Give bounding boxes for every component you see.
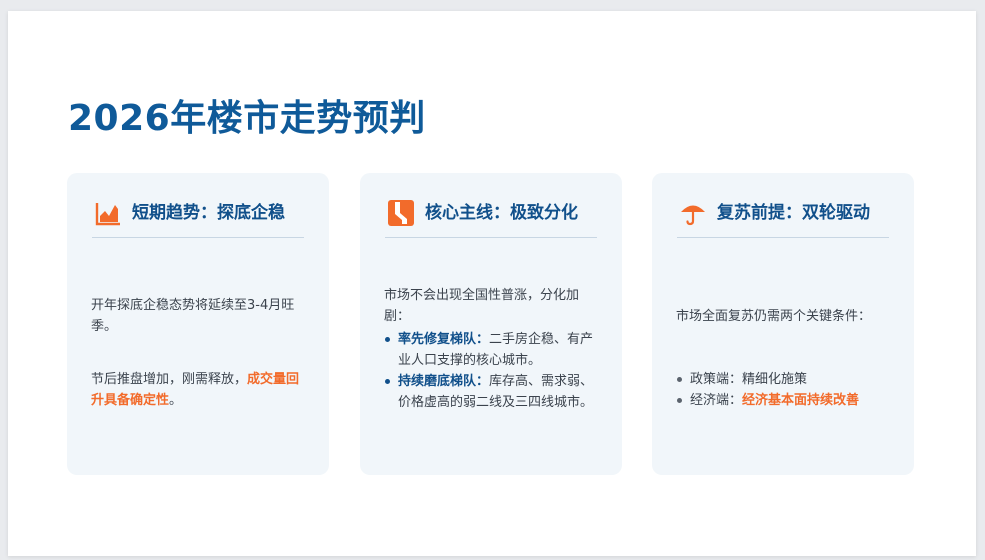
card-body: 政策端：精细化施策 经济端：经济基本面持续改善 xyxy=(676,369,892,411)
card-header: 核心主线：极致分化 xyxy=(385,199,597,238)
card-header: 复苏前提：双轮驱动 xyxy=(677,199,889,238)
bullet-list: 率先修复梯队：二手房企稳、有产业人口支撑的核心城市。 持续磨底梯队：库存高、需求… xyxy=(384,329,600,413)
paragraph-text: 市场不会出现全国性普涨，分化加剧： xyxy=(384,288,580,324)
area-chart-icon xyxy=(95,203,120,226)
card-paragraph: 市场全面复苏仍需两个关键条件： xyxy=(676,306,892,327)
slide: 2026年楼市走势预判 短期趋势：探底企稳 开年探底企稳态势将延续至3-4月旺季… xyxy=(8,11,976,556)
card-paragraph: 节后推盘增加，刚需释放，成交量回升具备确定性。 xyxy=(91,369,307,411)
card-short-term: 短期趋势：探底企稳 开年探底企稳态势将延续至3-4月旺季。 节后推盘增加，刚需释… xyxy=(67,173,329,475)
umbrella-icon xyxy=(681,205,705,226)
list-item: 政策端：精细化施策 xyxy=(676,369,892,390)
paragraph-text: 节后推盘增加，刚需释放， xyxy=(91,372,248,387)
card-heading: 短期趋势：探底企稳 xyxy=(132,203,285,223)
card-body: 市场不会出现全国性普涨，分化加剧： 率先修复梯队：二手房企稳、有产业人口支撑的核… xyxy=(384,285,600,413)
list-item: 持续磨底梯队：库存高、需求弱、价格虚高的弱二线及三四线城市。 xyxy=(384,371,600,413)
card-paragraph: 开年探底企稳态势将延续至3-4月旺季。 xyxy=(91,295,307,337)
card-core-theme: 核心主线：极致分化 市场不会出现全国性普涨，分化加剧： 率先修复梯队：二手房企稳… xyxy=(360,173,622,475)
list-item: 率先修复梯队：二手房企稳、有产业人口支撑的核心城市。 xyxy=(384,329,600,371)
list-item: 经济端：经济基本面持续改善 xyxy=(676,390,892,411)
card-recovery: 复苏前提：双轮驱动 市场全面复苏仍需两个关键条件： 政策端：精细化施策 经济端：… xyxy=(652,173,914,475)
page-title: 2026年楼市走势预判 xyxy=(68,98,426,139)
paragraph-text: 开年探底企稳态势将延续至3-4月旺季。 xyxy=(91,298,295,334)
split-road-icon xyxy=(388,200,414,226)
paragraph-text: 。 xyxy=(169,393,183,408)
card-heading: 核心主线：极致分化 xyxy=(425,203,578,223)
card-heading: 复苏前提：双轮驱动 xyxy=(717,203,870,223)
paragraph-text: 市场全面复苏仍需两个关键条件： xyxy=(676,309,872,324)
bullet-list: 政策端：精细化施策 经济端：经济基本面持续改善 xyxy=(676,369,892,411)
card-header: 短期趋势：探底企稳 xyxy=(92,199,304,238)
